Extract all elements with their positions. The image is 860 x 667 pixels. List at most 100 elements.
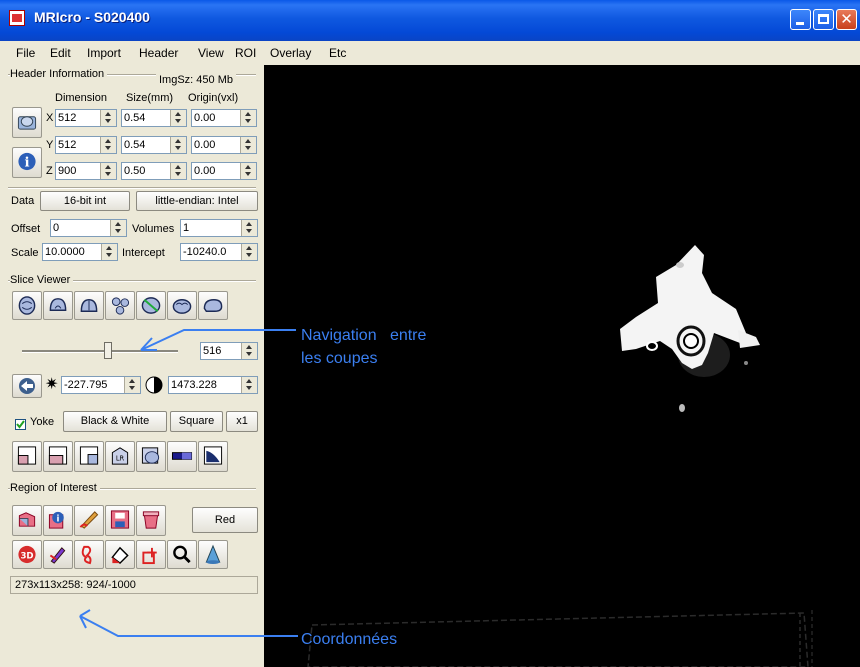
multiplanar-view-button[interactable] [105, 291, 135, 320]
sagittal-view-icon [80, 299, 98, 312]
menu-edit[interactable]: Edit [50, 46, 71, 60]
menu-view[interactable]: View [198, 46, 224, 60]
roi-clear-button[interactable] [136, 505, 166, 536]
previous-slice-button[interactable] [12, 374, 42, 398]
side-view-icon [203, 299, 223, 312]
square-button[interactable]: Square [170, 411, 223, 432]
close-button[interactable]: ✕ [836, 9, 857, 30]
menu-import[interactable]: Import [87, 46, 121, 60]
fill-tool-button[interactable] [105, 540, 135, 569]
pencil-tool-button[interactable] [43, 540, 73, 569]
layout-flip-button[interactable] [136, 441, 166, 472]
spin-arrows-icon[interactable] [241, 244, 257, 260]
origin-y-spinner[interactable]: 0.00 [191, 136, 257, 154]
layout-single-button[interactable] [12, 441, 42, 472]
spin-arrows-icon[interactable] [240, 163, 256, 179]
lasso-tool-button[interactable] [74, 540, 104, 569]
spin-arrows-icon[interactable] [100, 110, 116, 126]
zoom-button[interactable]: x1 [226, 411, 258, 432]
roi-info-button[interactable]: i [43, 505, 73, 536]
spin-arrows-icon[interactable] [241, 343, 257, 359]
spin-arrows-icon[interactable] [110, 220, 126, 236]
layout-mosaic-button[interactable]: LR [105, 441, 135, 472]
side-view-button[interactable] [198, 291, 228, 320]
yoke-label: Yoke [30, 416, 55, 428]
black-white-button[interactable]: Black & White [63, 411, 167, 432]
zoom-tool-button[interactable] [167, 540, 197, 569]
minimize-button[interactable] [790, 9, 811, 30]
slice-slider-thumb[interactable] [103, 342, 112, 359]
spin-arrows-icon[interactable] [170, 163, 186, 179]
dimension-x-spinner[interactable]: 512 [55, 109, 117, 127]
roi-label: Region of Interest [10, 482, 100, 494]
sagittal-view-button[interactable] [74, 291, 104, 320]
coronal-view-button[interactable] [43, 291, 73, 320]
spin-arrows-icon[interactable] [100, 137, 116, 153]
spin-arrows-icon[interactable] [241, 220, 257, 236]
cone-tool-button[interactable] [198, 540, 228, 569]
maximize-button[interactable] [813, 9, 834, 30]
fill-tool-icon [111, 546, 129, 565]
render-view-button[interactable] [136, 291, 166, 320]
svg-text:3D: 3D [20, 551, 33, 561]
roi-draw-button[interactable] [74, 505, 104, 536]
origin-x-spinner[interactable]: 0.00 [191, 109, 257, 127]
menu-roi[interactable]: ROI [235, 46, 256, 60]
spin-arrows-icon[interactable] [101, 244, 117, 260]
histogram-icon [203, 446, 223, 465]
spin-arrows-icon[interactable] [100, 163, 116, 179]
menu-file[interactable]: File [16, 46, 35, 60]
menu-etc[interactable]: Etc [329, 46, 346, 60]
scale-spinner[interactable]: 10.0000 [42, 243, 118, 261]
divider [8, 187, 256, 189]
slice-slider-track[interactable] [22, 350, 178, 353]
offset-spinner[interactable]: 0 [50, 219, 127, 237]
layout-two-button[interactable] [43, 441, 73, 472]
arrow-left-icon [19, 378, 35, 394]
intercept-spinner[interactable]: -10240.0 [180, 243, 258, 261]
app-icon[interactable] [9, 10, 25, 26]
brightness-spinner[interactable]: -227.795 [61, 376, 141, 394]
contrast-spinner[interactable]: 1473.228 [168, 376, 258, 394]
origin-z-value: 0.00 [194, 165, 216, 177]
roi-color-button[interactable]: Red [192, 507, 258, 533]
render-3d-button[interactable]: 3D [12, 540, 42, 569]
maximize-icon [818, 14, 829, 24]
spin-arrows-icon[interactable] [240, 137, 256, 153]
spin-arrows-icon[interactable] [170, 137, 186, 153]
roi-open-button[interactable] [12, 505, 42, 536]
size-z-value: 0.50 [124, 165, 146, 177]
colorbar-button[interactable] [167, 441, 197, 472]
spin-arrows-icon[interactable] [170, 110, 186, 126]
volumes-spinner[interactable]: 1 [180, 219, 258, 237]
slice-number-spinner[interactable]: 516 [200, 342, 258, 360]
layout-mosaic-icon: LR [111, 447, 129, 465]
coordinates-annotation: Coordonnées [301, 631, 398, 648]
size-z-spinner[interactable]: 0.50 [121, 162, 187, 180]
surface-view-button[interactable] [167, 291, 197, 320]
header-info-button[interactable]: i [12, 147, 42, 178]
roi-save-button[interactable] [105, 505, 135, 536]
axial-view-button[interactable] [12, 291, 42, 320]
yoke-checkbox[interactable] [15, 419, 26, 430]
origin-z-spinner[interactable]: 0.00 [191, 162, 257, 180]
dimension-y-spinner[interactable]: 512 [55, 136, 117, 154]
layout-three-button[interactable] [74, 441, 104, 472]
menu-overlay[interactable]: Overlay [270, 46, 311, 60]
size-y-spinner[interactable]: 0.54 [121, 136, 187, 154]
endian-button[interactable]: little-endian: Intel [136, 191, 258, 211]
histogram-button[interactable] [198, 441, 228, 472]
spin-arrows-icon[interactable] [241, 377, 257, 393]
spin-arrows-icon[interactable] [124, 377, 140, 393]
dimension-z-spinner[interactable]: 900 [55, 162, 117, 180]
menu-header[interactable]: Header [139, 46, 178, 60]
data-type-button[interactable]: 16-bit int [40, 191, 130, 211]
offset-value: 0 [53, 222, 60, 234]
data-label: Data [11, 195, 35, 207]
spin-arrows-icon[interactable] [240, 110, 256, 126]
offset-label: Offset [11, 223, 41, 235]
title-bar[interactable]: MRIcro - S020400 ✕ [0, 0, 860, 41]
box-tool-button[interactable] [136, 540, 166, 569]
size-x-spinner[interactable]: 0.54 [121, 109, 187, 127]
open-image-button[interactable] [12, 107, 42, 138]
